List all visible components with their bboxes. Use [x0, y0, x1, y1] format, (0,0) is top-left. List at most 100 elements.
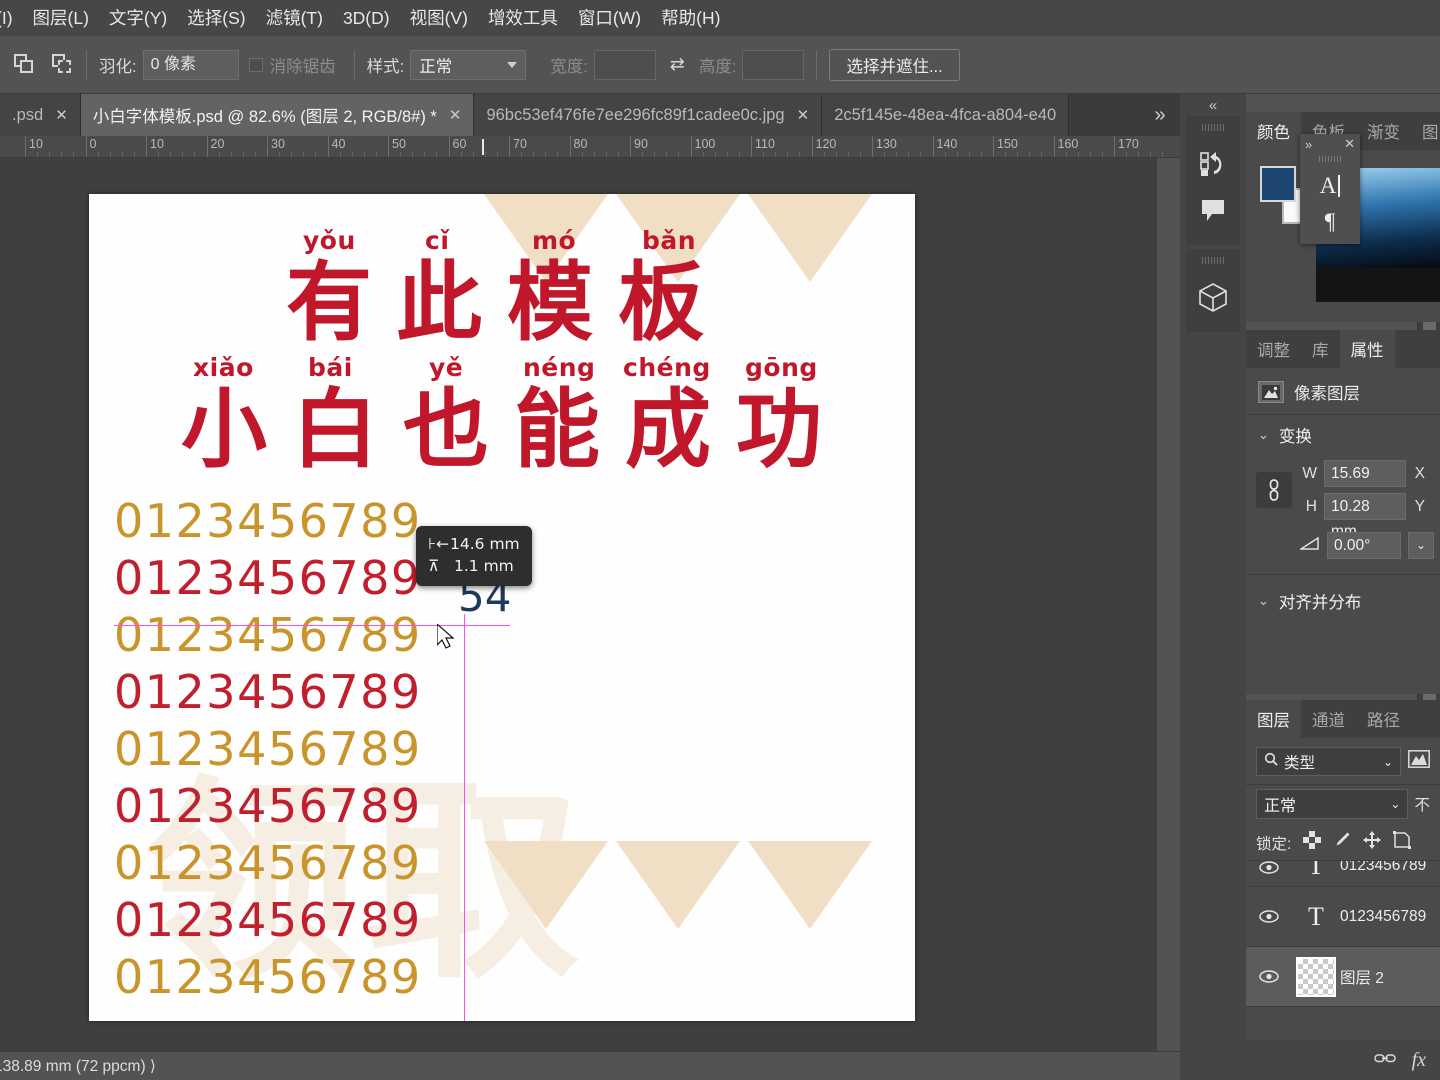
fx-icon[interactable]: fx [1412, 1049, 1426, 1072]
cube-3d-icon[interactable] [1186, 274, 1240, 320]
tab-overflow-icon[interactable]: » [1140, 94, 1180, 136]
digit-row-0: 0123456789 [114, 494, 422, 548]
ruler-minor-tick [1017, 152, 1019, 157]
table-row[interactable]: T 0123456789 [1246, 887, 1440, 947]
layer-name[interactable]: 图层 2 [1340, 966, 1384, 988]
document-tab-0[interactable]: .psd ✕ [0, 94, 81, 136]
tab-adjustments[interactable]: 调整 [1246, 330, 1301, 368]
close-icon[interactable]: ✕ [449, 106, 462, 124]
chevron-down-icon: ⌄ [1258, 593, 1269, 608]
tab-gradients[interactable]: 渐变 [1356, 112, 1411, 150]
drag-grip[interactable] [1319, 156, 1341, 162]
drag-grip[interactable] [1202, 257, 1224, 264]
hanzi-cheng: 成 [625, 379, 711, 480]
ruler-minor-tick [533, 152, 535, 157]
collapse-panels-icon[interactable]: « [1180, 94, 1246, 116]
menu-item-layer[interactable]: 图层(L) [23, 0, 99, 36]
close-icon[interactable]: ✕ [1344, 136, 1355, 152]
menu-item-3d[interactable]: 3D(D) [333, 0, 400, 36]
style-select[interactable]: 正常 [410, 49, 527, 80]
link-icon[interactable] [1373, 1050, 1396, 1070]
align-section-header[interactable]: ⌄ 对齐并分布 [1246, 575, 1440, 621]
ruler-minor-tick [654, 152, 656, 157]
height-input[interactable]: 10.28 mm [1324, 493, 1406, 540]
ruler-minor-tick [73, 152, 75, 157]
expand-icon[interactable]: » [1305, 137, 1312, 152]
style-select-value: 正常 [419, 57, 453, 76]
move-icon[interactable] [1363, 831, 1382, 854]
table-row[interactable]: 图层 2 [1246, 947, 1440, 1007]
ruler-minor-tick [436, 152, 438, 157]
ruler-minor-tick [605, 152, 607, 157]
add-selection-icon[interactable] [52, 53, 74, 76]
transform-section-header[interactable]: ⌄ 变换 [1246, 415, 1440, 455]
tab-color[interactable]: 颜色 [1246, 112, 1301, 150]
feather-input[interactable]: 0 像素 [142, 49, 239, 80]
artboard-icon[interactable] [1393, 831, 1412, 854]
status-text: 138.89 mm (72 ppcm) ⟩ [0, 1057, 156, 1075]
character-panel-icon[interactable]: A [1300, 168, 1360, 204]
pinyin-xiao: xiǎo [193, 353, 254, 382]
menu-item-filter[interactable]: 滤镜(T) [256, 0, 333, 36]
document-tab-active[interactable]: 小白字体模板.psd @ 82.6% (图层 2, RGB/8#) * ✕ [80, 94, 475, 136]
tab-channels[interactable]: 通道 [1301, 700, 1356, 738]
menu-item-window[interactable]: 窗口(W) [568, 0, 651, 36]
comment-icon[interactable] [1186, 187, 1240, 233]
tab-patterns[interactable]: 图 [1411, 112, 1440, 150]
foreground-color-swatch[interactable] [1260, 166, 1296, 202]
menu-item-0[interactable]: (I) [0, 0, 23, 36]
visibility-toggle[interactable] [1246, 861, 1292, 874]
ruler-minor-tick [49, 152, 51, 157]
brush-icon[interactable] [1333, 831, 1351, 854]
visibility-toggle[interactable] [1246, 970, 1292, 983]
guide-vertical[interactable] [464, 614, 465, 1021]
tab-libraries[interactable]: 库 [1301, 330, 1340, 368]
menu-item-type[interactable]: 文字(Y) [99, 0, 177, 36]
filter-image-icon[interactable] [1408, 750, 1430, 773]
width-input[interactable]: 15.69 mm [1324, 460, 1406, 507]
color-spectrum-strip[interactable] [1316, 268, 1440, 302]
drag-grip[interactable] [1202, 124, 1224, 131]
document-tab-2[interactable]: 96bc53ef476fe7ee296fc89f1cadee0c.jpg ✕ [474, 94, 823, 136]
pinyin-ban: bǎn [642, 226, 697, 255]
close-icon[interactable]: ✕ [797, 106, 810, 124]
layer-thumbnail[interactable] [1292, 956, 1340, 997]
paragraph-panel-icon[interactable]: ¶ [1300, 204, 1360, 240]
ruler-label: 10 [29, 137, 43, 151]
history-icon[interactable] [1186, 141, 1240, 187]
menu-item-view[interactable]: 视图(V) [400, 0, 478, 36]
char-glyph: A [1319, 173, 1337, 198]
link-wh-icon[interactable] [1256, 472, 1292, 508]
tab-layers[interactable]: 图层 [1246, 700, 1301, 738]
blend-mode-select[interactable]: 正常 ⌄ [1256, 789, 1409, 819]
menu-item-help[interactable]: 帮助(H) [651, 0, 730, 36]
feather-label: 羽化: [99, 57, 137, 76]
close-icon[interactable]: ✕ [55, 106, 68, 124]
height-input[interactable] [742, 49, 805, 80]
menu-item-select[interactable]: 选择(S) [177, 0, 255, 36]
angle-dropdown[interactable]: ⌄ [1408, 532, 1434, 559]
layer-filter-select[interactable]: 类型 ⌄ [1256, 747, 1401, 776]
canvas-area[interactable]: 领取 yǒu cǐ mó bǎn 有 此 模 板 xiǎo bái yě nén… [0, 158, 1157, 1051]
tab-properties[interactable]: 属性 [1339, 330, 1395, 368]
ruler-minor-tick [254, 152, 256, 157]
tab-paths[interactable]: 路径 [1356, 700, 1411, 738]
width-input[interactable] [593, 49, 656, 80]
horizontal-ruler[interactable]: 10 0 10 20 30 40 50 60 70 80 90 100 110 120 130 140 150 1… [0, 136, 1180, 158]
transparency-icon[interactable] [1303, 831, 1322, 854]
layer-name[interactable]: 0123456789 [1340, 908, 1426, 926]
angle-input[interactable]: 0.00° [1327, 532, 1401, 559]
height-row: H 10.28 mm Y [1300, 490, 1430, 540]
document-tab-3[interactable]: 2c5f145e-48ea-4fca-a804-e40 [822, 94, 1070, 136]
new-selection-icon[interactable] [14, 53, 36, 76]
select-and-mask-button[interactable]: 选择并遮住... [829, 48, 960, 81]
layer-name[interactable]: 0123456789 [1340, 861, 1426, 875]
visibility-toggle[interactable] [1246, 910, 1292, 923]
table-row[interactable]: T 0123456789 [1246, 861, 1440, 887]
antialias-checkbox[interactable] [248, 57, 263, 72]
ruler-minor-tick [859, 152, 861, 157]
swap-dimensions-icon[interactable]: ⇄ [670, 54, 685, 75]
menu-item-plugins[interactable]: 增效工具 [478, 0, 568, 36]
ruler-cursor-indicator [482, 139, 484, 155]
document-canvas[interactable]: 领取 yǒu cǐ mó bǎn 有 此 模 板 xiǎo bái yě nén… [89, 194, 915, 1021]
